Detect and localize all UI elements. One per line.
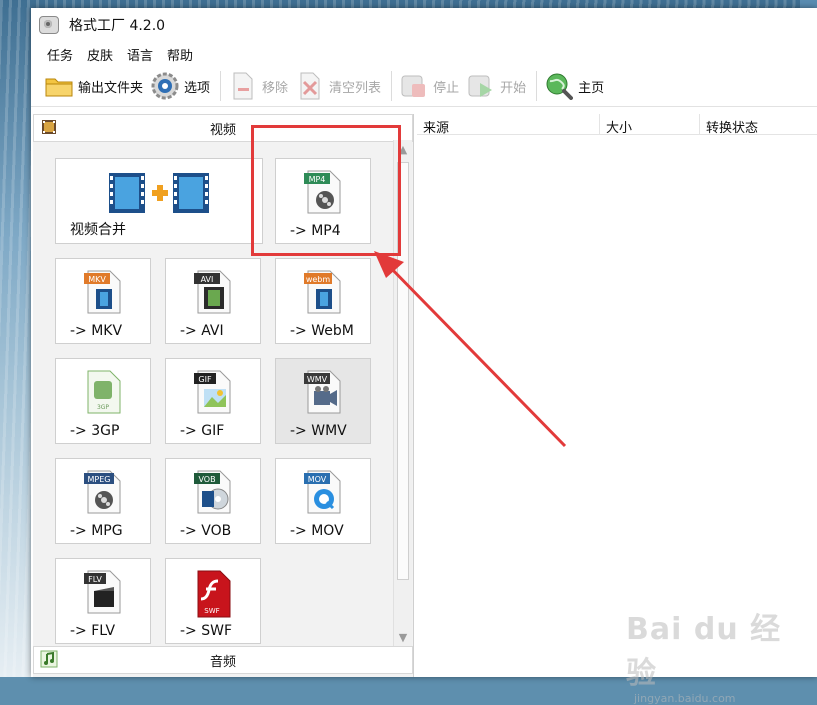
remove-label: 移除 [262,80,289,96]
tile-label: -> MOV [290,523,344,539]
tile-avi[interactable]: AVI -> AVI [165,258,261,344]
toolbar: 输出文件夹 选项 移除 清空列表 停止 开始 主页 [31,66,817,107]
format-factory-window: 格式工厂 4.2.0 任务 皮肤 语言 帮助 输出文件夹 选项 移除 清空列表 … [31,8,817,677]
tile-3gp[interactable]: 3GP -> 3GP [55,358,151,444]
options-label: 选项 [184,80,211,96]
tile-label: -> WMV [290,423,347,439]
video-category-label: 视频 [209,122,236,138]
tile-label: -> MKV [70,323,123,339]
webm-file-icon: webm [302,269,344,319]
mkv-file-icon: MKV [82,269,124,319]
tile-label: -> 3GP [70,423,120,439]
film-icon [40,118,58,136]
window-title: 格式工厂 4.2.0 [69,18,166,34]
toolbar-separator [220,71,222,101]
tile-wmv[interactable]: WMV -> WMV [275,358,371,444]
wmv-file-icon: WMV [302,369,344,419]
app-icon [39,16,59,34]
mov-badge-text: MOV [308,475,327,484]
column-source[interactable]: 来源 [417,114,600,136]
tile-mov[interactable]: MOV -> MOV [275,458,371,544]
home-button[interactable]: 主页 [545,69,604,103]
baidu-watermark: Bai du 经验 jingyan.baidu.com [626,604,796,705]
start-button[interactable]: 开始 [467,69,526,103]
mpg-file-icon: MPEG [82,469,124,519]
swf-badge-text: SWF [204,607,219,615]
gif-file-icon: GIF [192,369,234,419]
gif-badge-text: GIF [198,375,212,384]
task-list-header: 来源 大小 转换状态 [417,114,817,136]
menu-task[interactable]: 任务 [47,45,73,64]
menu-help[interactable]: 帮助 [167,45,193,64]
menu-bar: 任务 皮肤 语言 帮助 [31,42,817,66]
start-label: 开始 [500,80,527,96]
tile-webm[interactable]: webm -> WebM [275,258,371,344]
3gp-file-icon: 3GP [82,369,124,419]
mpg-badge-text: MPEG [88,475,111,484]
task-list: 来源 大小 转换状态 [417,114,817,677]
audio-category-header[interactable]: 音频 [33,646,413,674]
flv-file-icon: FLV [82,569,124,619]
title-bar: 格式工厂 4.2.0 [31,8,817,42]
menu-skin[interactable]: 皮肤 [87,45,113,64]
tile-label: -> VOB [180,523,232,539]
home-globe-icon [545,72,574,100]
watermark-sub: jingyan.baidu.com [634,692,736,705]
column-size[interactable]: 大小 [600,114,700,136]
toolbar-separator [391,71,393,101]
avi-badge-text: AVI [201,275,214,284]
3gp-badge-text: 3GP [97,404,109,411]
toolbar-separator [536,71,538,101]
music-note-icon [40,650,58,668]
vob-file-icon: VOB [192,469,234,519]
tile-label: -> FLV [70,623,116,639]
tile-label: -> GIF [180,423,225,439]
mov-file-icon: MOV [302,469,344,519]
webm-badge-text: webm [306,275,331,284]
folder-icon [45,72,73,100]
clear-list-button[interactable]: 清空列表 [296,69,381,103]
video-merge-icon [107,171,211,219]
tile-label: -> WebM [290,323,354,339]
tile-label: -> SWF [180,623,233,639]
options-button[interactable]: 选项 [151,69,210,103]
scroll-down-arrow[interactable]: ▼ [396,630,410,644]
tile-video-merge[interactable]: 视频合并 [55,158,263,244]
tile-label: 视频合并 [70,222,126,238]
audio-category-label: 音频 [209,654,236,670]
wmv-badge-text: WMV [307,375,328,384]
tile-mpg[interactable]: MPEG -> MPG [55,458,151,544]
start-icon [467,72,495,100]
column-status[interactable]: 转换状态 [700,114,817,136]
output-folder-label: 输出文件夹 [78,80,144,96]
mkv-badge-text: MKV [88,275,106,284]
swf-file-icon: SWF [192,569,234,623]
clear-list-label: 清空列表 [329,80,382,96]
output-folder-button[interactable]: 输出文件夹 [45,69,143,103]
vob-badge-text: VOB [198,475,215,484]
gear-icon [151,72,179,100]
watermark-main: Bai du 经验 [626,612,782,691]
remove-file-icon [229,72,257,100]
clear-list-icon [296,72,324,100]
stop-label: 停止 [433,80,460,96]
avi-file-icon: AVI [192,269,234,319]
tile-swf[interactable]: SWF -> SWF [165,558,261,644]
stop-button[interactable]: 停止 [400,69,459,103]
flv-badge-text: FLV [88,575,102,584]
red-highlight-box [251,125,401,256]
tile-label: -> AVI [180,323,224,339]
remove-button[interactable]: 移除 [229,69,288,103]
tile-vob[interactable]: VOB -> VOB [165,458,261,544]
tile-flv[interactable]: FLV -> FLV [55,558,151,644]
stop-icon [400,72,428,100]
home-label: 主页 [578,80,605,96]
menu-language[interactable]: 语言 [127,45,153,64]
tile-label: -> MPG [70,523,123,539]
tile-mkv[interactable]: MKV -> MKV [55,258,151,344]
tile-gif[interactable]: GIF -> GIF [165,358,261,444]
